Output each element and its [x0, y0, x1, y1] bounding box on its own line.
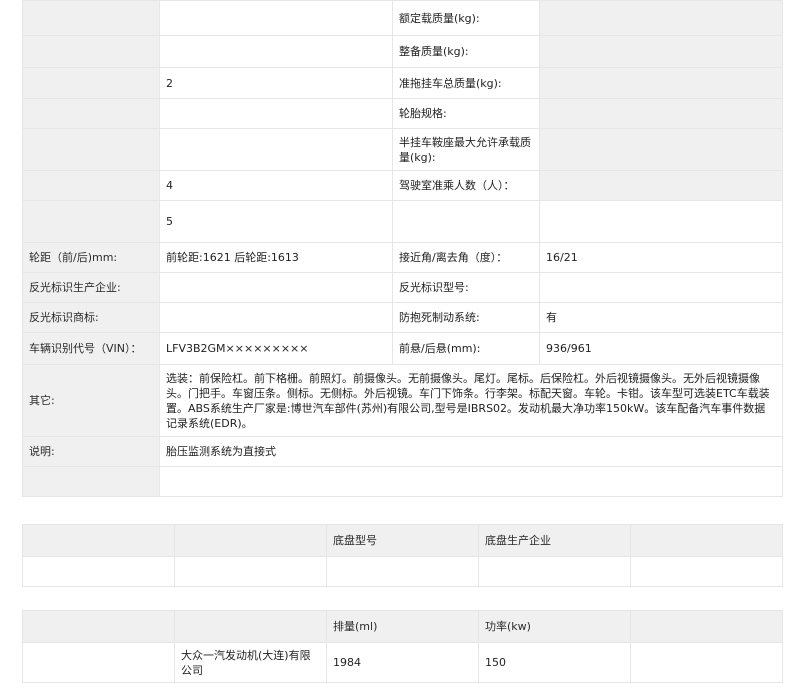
other-text: 选装：前保险杠。前下格栅。前照灯。前摄像头。无前摄像头。尾灯。尾标。后保险杠。外…: [159, 364, 783, 437]
blank-cell: [22, 466, 160, 497]
chassis-cell: [630, 556, 783, 587]
chassis-header-row: 底盘型号 底盘生产企业: [22, 524, 783, 557]
chassis-header-cell: [22, 524, 175, 557]
engine-table: 排量(ml) 功率(kw) 大众一汽发动机(大连)有限公司 1984 150: [22, 610, 783, 683]
spec-row: 4 驾驶室准乘人数（人）：: [22, 170, 783, 201]
spec-label-left: 反光标识生产企业:: [22, 272, 160, 303]
spec-value-right: [539, 272, 783, 303]
spec-label-left: 反光标识商标:: [22, 302, 160, 333]
spec-value-left: [159, 35, 393, 68]
spec-label-right: 整备质量(kg):: [392, 35, 540, 68]
spec-row: 反光标识生产企业: 反光标识型号:: [22, 272, 783, 303]
spec-row-blank: [22, 466, 783, 497]
chassis-header-cell: [630, 524, 783, 557]
spec-label-right: 额定载质量(kg):: [392, 0, 540, 36]
spec-label-left: 车辆识别代号（VIN）：: [22, 332, 160, 365]
spec-value-left: 前轮距:1621 后轮距:1613: [159, 242, 393, 273]
engine-cell: [630, 642, 783, 683]
chassis-cell: [326, 556, 479, 587]
spec-label-right: 防抱死制动系统:: [392, 302, 540, 333]
other-label: 其它:: [22, 364, 160, 437]
note-label: 说明:: [22, 436, 160, 467]
chassis-cell: [174, 556, 327, 587]
engine-displacement: 1984: [326, 642, 479, 683]
spec-value-right: 有: [539, 302, 783, 333]
displacement-header: 排量(ml): [326, 610, 479, 643]
spec-value-left: LFV3B2GM×××××××××: [159, 332, 393, 365]
spec-label-left: [22, 170, 160, 201]
blank-cell: [159, 466, 783, 497]
chassis-model-header: 底盘型号: [326, 524, 479, 557]
spec-label-left: [22, 0, 160, 36]
vehicle-spec-page: 额定载质量(kg): 整备质量(kg): 2 准拖挂车总质量(kg): 轮胎规格…: [0, 0, 800, 691]
spec-label-left: [22, 128, 160, 171]
spec-value-left: [159, 0, 393, 36]
spec-value-right: [539, 35, 783, 68]
spec-row: 半挂车鞍座最大允许承载质量(kg):: [22, 128, 783, 171]
spec-label-left: [22, 35, 160, 68]
spec-value-left: [159, 128, 393, 171]
spec-value-left: [159, 302, 393, 333]
chassis-cell: [22, 556, 175, 587]
note-text: 胎压监测系统为直接式: [159, 436, 783, 467]
spec-row: 反光标识商标: 防抱死制动系统: 有: [22, 302, 783, 333]
engine-header-cell: [22, 610, 175, 643]
engine-maker: 大众一汽发动机(大连)有限公司: [174, 642, 327, 683]
spec-label-right: 半挂车鞍座最大允许承载质量(kg):: [392, 128, 540, 171]
spec-value-right: [539, 98, 783, 129]
spec-label-right: 准拖挂车总质量(kg):: [392, 67, 540, 99]
spec-row: 整备质量(kg):: [22, 35, 783, 68]
power-header: 功率(kw): [478, 610, 631, 643]
spec-row: 轮胎规格:: [22, 98, 783, 129]
spec-value-left: 4: [159, 170, 393, 201]
engine-cell: [22, 642, 175, 683]
chassis-maker-header: 底盘生产企业: [478, 524, 631, 557]
spec-table: 额定载质量(kg): 整备质量(kg): 2 准拖挂车总质量(kg): 轮胎规格…: [22, 0, 783, 497]
engine-header-cell: [174, 610, 327, 643]
spec-value-right: [539, 200, 783, 243]
spec-label-right: 轮胎规格:: [392, 98, 540, 129]
chassis-table: 底盘型号 底盘生产企业: [22, 524, 783, 587]
spec-row: 额定载质量(kg):: [22, 0, 783, 36]
spec-value-right: [539, 67, 783, 99]
spec-row: 轮距（前/后)mm: 前轮距:1621 后轮距:1613 接近角/离去角（度）：…: [22, 242, 783, 273]
spec-label-right: 前悬/后悬(mm):: [392, 332, 540, 365]
spec-label-right: 接近角/离去角（度）：: [392, 242, 540, 273]
chassis-data-row: [22, 556, 783, 587]
spec-value-right: 16/21: [539, 242, 783, 273]
spec-value-left: [159, 98, 393, 129]
spec-row-other: 其它: 选装：前保险杠。前下格栅。前照灯。前摄像头。无前摄像头。尾灯。尾标。后保…: [22, 364, 783, 437]
engine-power: 150: [478, 642, 631, 683]
chassis-cell: [478, 556, 631, 587]
spec-row-note: 说明: 胎压监测系统为直接式: [22, 436, 783, 467]
chassis-header-cell: [174, 524, 327, 557]
spec-label-left: [22, 200, 160, 243]
spec-value-right: [539, 0, 783, 36]
spec-row: 2 准拖挂车总质量(kg):: [22, 67, 783, 99]
spec-label-left: [22, 67, 160, 99]
spec-value-right: [539, 128, 783, 171]
engine-data-row: 大众一汽发动机(大连)有限公司 1984 150: [22, 642, 783, 683]
spec-row: 5: [22, 200, 783, 243]
spec-label-left: 轮距（前/后)mm:: [22, 242, 160, 273]
spec-row: 车辆识别代号（VIN）： LFV3B2GM××××××××× 前悬/后悬(mm)…: [22, 332, 783, 365]
spec-label-left: [22, 98, 160, 129]
spec-label-right: 驾驶室准乘人数（人）：: [392, 170, 540, 201]
spec-label-right: 反光标识型号:: [392, 272, 540, 303]
spec-value-left: 2: [159, 67, 393, 99]
spec-value-right: 936/961: [539, 332, 783, 365]
spec-label-right: [392, 200, 540, 243]
spec-value-left: 5: [159, 200, 393, 243]
spec-value-left: [159, 272, 393, 303]
spec-value-right: [539, 170, 783, 201]
engine-header-row: 排量(ml) 功率(kw): [22, 610, 783, 643]
engine-header-cell: [630, 610, 783, 643]
